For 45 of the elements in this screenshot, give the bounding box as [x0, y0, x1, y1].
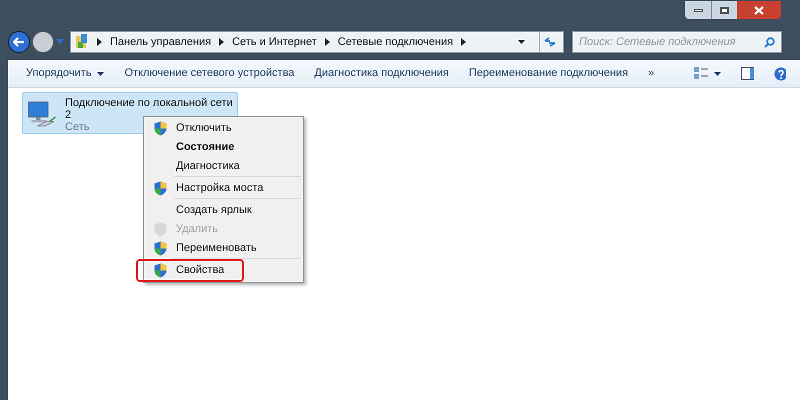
search-field[interactable]: Поиск: Сетевые подключения — [579, 34, 764, 50]
back-arrow-icon — [13, 37, 25, 47]
toolbar-button[interactable]: Диагностика подключения — [314, 65, 449, 82]
dropdown-icon[interactable] — [714, 72, 722, 76]
address-bar[interactable]: Панель управления Сеть и Интернет Сетевые подключения — [70, 31, 564, 53]
menu-item[interactable]: Диагностика — [146, 157, 301, 176]
breadcrumb-item[interactable]: Панель управления — [110, 34, 212, 50]
back-button[interactable] — [8, 31, 30, 53]
toolbar-button[interactable]: » — [648, 65, 654, 82]
dropdown-icon[interactable] — [518, 40, 525, 44]
minimize-button[interactable] — [685, 1, 711, 19]
help-icon[interactable] — [774, 66, 786, 80]
preview-pane-icon[interactable] — [741, 67, 754, 80]
shield-icon — [154, 263, 166, 278]
shield-icon — [154, 121, 166, 136]
toolbar-button[interactable]: Упорядочить — [26, 65, 104, 82]
menu-item[interactable]: Переименовать — [146, 239, 301, 258]
forward-button[interactable] — [32, 31, 54, 53]
refresh-icon — [544, 37, 556, 47]
menu-item[interactable]: Создать ярлык — [146, 201, 301, 220]
chevron-icon[interactable] — [324, 38, 330, 46]
shield-icon — [154, 222, 166, 237]
shield-icon — [154, 181, 166, 196]
connection-status: Сеть — [65, 121, 90, 133]
window-controls[interactable] — [684, 0, 782, 20]
breadcrumb-item[interactable]: Сетевые подключения — [338, 34, 454, 50]
dropdown-icon — [97, 72, 104, 76]
close-icon — [754, 6, 764, 14]
connection-name: Подключение по локальной сети 2 — [65, 97, 233, 121]
search-icon — [764, 36, 775, 48]
menu-item[interactable]: Свойства — [138, 261, 242, 280]
chevron-icon[interactable] — [461, 38, 466, 46]
toolbar-button[interactable]: Отключение сетевого устройства — [124, 65, 294, 82]
menu-item[interactable]: Состояние — [146, 138, 301, 157]
maximize-button[interactable] — [711, 1, 737, 19]
view-options-icon[interactable] — [694, 67, 708, 80]
chevron-icon[interactable] — [219, 38, 224, 46]
menu-item[interactable]: Настройка моста — [146, 179, 301, 198]
chevron-icon[interactable] — [97, 38, 102, 46]
breadcrumb-item[interactable]: Сеть и Интернет — [232, 34, 317, 50]
search-box[interactable]: Поиск: Сетевые подключения — [572, 31, 782, 53]
toolbar-button[interactable]: Переименование подключения — [468, 65, 628, 82]
close-button[interactable] — [737, 1, 781, 19]
control-panel-icon — [75, 34, 89, 50]
shield-icon — [154, 241, 166, 256]
